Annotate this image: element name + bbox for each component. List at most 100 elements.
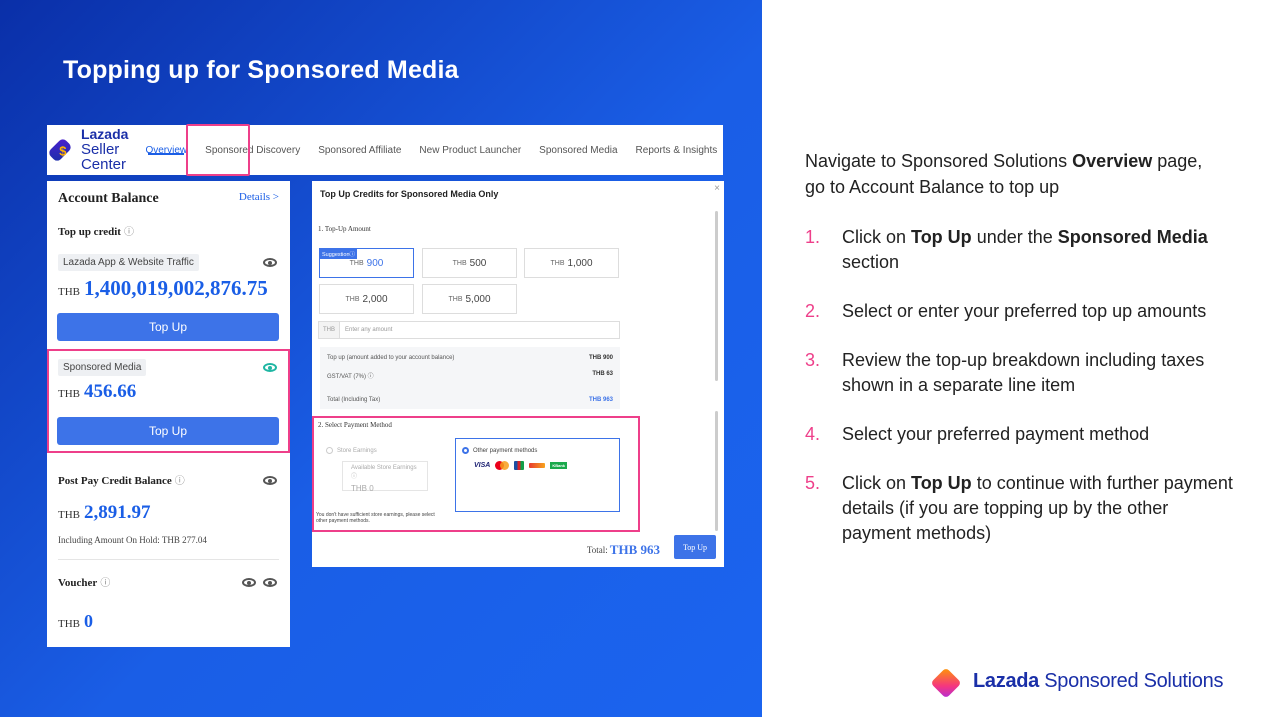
amount-currency: THB: [345, 295, 360, 303]
step-text: section: [842, 252, 900, 272]
voucher-amount: 0: [84, 611, 93, 631]
logo-line2: Seller Center: [80, 140, 126, 174]
account-balance-title: Account Balance: [58, 191, 159, 206]
amount-option-500[interactable]: THB 500: [422, 248, 517, 278]
brand-bold: Lazada: [973, 669, 1040, 692]
voucher-text: Voucher: [58, 577, 98, 589]
eye-icon[interactable]: [263, 578, 277, 587]
refresh-icon[interactable]: [242, 578, 256, 587]
lazada-sponsored-solutions-logo: Lazada Sponsored Solutions: [932, 667, 1223, 695]
breakdown-label: Top up (amount added to your account bal…: [327, 355, 455, 361]
step-text: Click on: [842, 473, 912, 493]
step-number: 4.: [805, 424, 821, 444]
currency-label: THB: [58, 618, 80, 630]
amount-currency: THB: [452, 259, 467, 267]
step-number: 1.: [805, 227, 821, 247]
step-number: 2.: [805, 301, 821, 321]
step-bold: Top Up: [911, 227, 972, 247]
payment-method-highlight-box: [312, 416, 640, 532]
breakdown-value: THB 63: [592, 371, 613, 377]
amount-option-1000[interactable]: THB 1,000: [524, 248, 619, 278]
brand-light: Sponsored Solutions: [1039, 669, 1224, 692]
step-number: 5.: [805, 473, 821, 493]
breakdown-value: THB 963: [588, 397, 613, 403]
total-label: Total:: [586, 545, 608, 555]
step-bold: Sponsored Media: [1057, 227, 1208, 247]
traffic-pill: Lazada App & Website Traffic: [58, 254, 199, 271]
divider: [58, 559, 279, 560]
info-icon[interactable]: ⓘ: [175, 476, 185, 487]
breakdown-row: Top up (amount added to your account bal…: [327, 355, 613, 361]
eye-icon[interactable]: [263, 476, 277, 485]
lazada-heart-icon: [932, 667, 962, 695]
step-item: 1. Click on Top Up under the Sponsored M…: [805, 225, 1235, 275]
step-text: Review the top-up breakdown including ta…: [842, 350, 1205, 395]
step-item: 3. Review the top-up breakdown including…: [805, 348, 1235, 398]
slide-title: Topping up for Sponsored Media: [63, 56, 459, 84]
modal-topup-button[interactable]: Top Up: [674, 535, 716, 559]
traffic-topup-button[interactable]: Top Up: [57, 313, 279, 341]
amount-currency: THB: [448, 295, 463, 303]
custom-amount-input[interactable]: THB Enter any amount: [318, 321, 620, 339]
on-hold-note: Including Amount On Hold: THB 277.04: [58, 535, 207, 545]
step-item: 4. Select your preferred payment method: [805, 422, 1235, 447]
step-number: 3.: [805, 350, 821, 370]
breakdown-label: Total (Including Tax): [327, 397, 381, 403]
amount-value: 900: [366, 257, 384, 269]
tab-reports-insights[interactable]: Reports & Insights: [627, 125, 727, 175]
intro-pre: Navigate to Sponsored Solutions: [805, 151, 1073, 171]
topup-amount-section-label: 1. Top-Up Amount: [318, 225, 371, 233]
logo-line1: Lazada: [80, 125, 129, 142]
close-icon[interactable]: ×: [714, 183, 720, 194]
modal-scrollbar[interactable]: [715, 211, 718, 381]
suggestion-badge: Suggestionⓘ: [320, 249, 358, 259]
step-bold: Top Up: [911, 473, 972, 493]
lazada-logo-icon: [47, 137, 73, 163]
amount-currency: THB: [349, 259, 364, 267]
voucher-balance: THB 0: [58, 611, 93, 632]
breakdown-row: Total (Including Tax) THB 963: [327, 397, 613, 403]
modal-title: Top Up Credits for Sponsored Media Only: [320, 189, 499, 199]
postpay-label: Post Pay Credit Balance ⓘ: [58, 472, 185, 487]
modal-scrollbar-lower[interactable]: [715, 411, 718, 531]
voucher-label: Voucher ⓘ: [58, 574, 110, 589]
step-text: Select or enter your preferred top up am…: [842, 301, 1207, 321]
amount-value: 500: [469, 257, 487, 269]
total-value: THB 963: [609, 542, 660, 557]
amount-option-5000[interactable]: THB 5,000: [422, 284, 517, 314]
info-icon[interactable]: ⓘ: [100, 578, 110, 589]
topup-credit-text: Top up credit: [58, 226, 121, 238]
amount-value: 1,000: [567, 257, 593, 269]
eye-icon[interactable]: [263, 258, 277, 267]
postpay-amount: 2,891.97: [84, 502, 151, 523]
custom-amount-placeholder: Enter any amount: [345, 327, 393, 333]
breakdown-row: GST/VAT (7%) ⓘ THB 63: [327, 371, 613, 380]
currency-label: THB: [58, 286, 80, 298]
amount-option-2000[interactable]: THB 2,000: [319, 284, 414, 314]
amount-value: 2,000: [362, 293, 388, 305]
seller-center-header: Lazada Seller Center Overview Sponsored …: [47, 125, 723, 175]
step-text: Select your preferred payment method: [842, 424, 1150, 444]
topup-breakdown: Top up (amount added to your account bal…: [320, 347, 620, 409]
breakdown-label: GST/VAT (7%) ⓘ: [327, 374, 374, 380]
steps-list: 1. Click on Top Up under the Sponsored M…: [805, 225, 1235, 570]
tab-sponsored-affiliate[interactable]: Sponsored Affiliate: [309, 125, 410, 175]
amount-value: 5,000: [465, 293, 491, 305]
intro-text: Navigate to Sponsored Solutions Overview…: [805, 148, 1225, 200]
amount-option-900[interactable]: Suggestionⓘ THB 900: [319, 248, 414, 278]
sponsored-media-highlight-box: [47, 349, 290, 453]
seller-center-logo[interactable]: Lazada Seller Center: [47, 125, 136, 174]
custom-amount-prefix: THB: [319, 322, 340, 338]
intro-bold: Overview: [1072, 151, 1153, 171]
tab-new-product-launcher[interactable]: New Product Launcher: [410, 125, 530, 175]
amount-currency: THB: [550, 259, 565, 267]
traffic-balance: THB 1,400,019,002,876.75: [58, 276, 268, 301]
step-item: 2. Select or enter your preferred top up…: [805, 299, 1235, 324]
info-icon[interactable]: ⓘ: [124, 227, 134, 238]
postpay-text: Post Pay Credit Balance: [58, 475, 172, 487]
details-link[interactable]: Details >: [239, 191, 279, 203]
step-text: under the: [971, 227, 1058, 247]
traffic-amount: 1,400,019,002,876.75: [84, 276, 268, 300]
overview-highlight-box: [186, 124, 250, 176]
tab-sponsored-media[interactable]: Sponsored Media: [530, 125, 626, 175]
